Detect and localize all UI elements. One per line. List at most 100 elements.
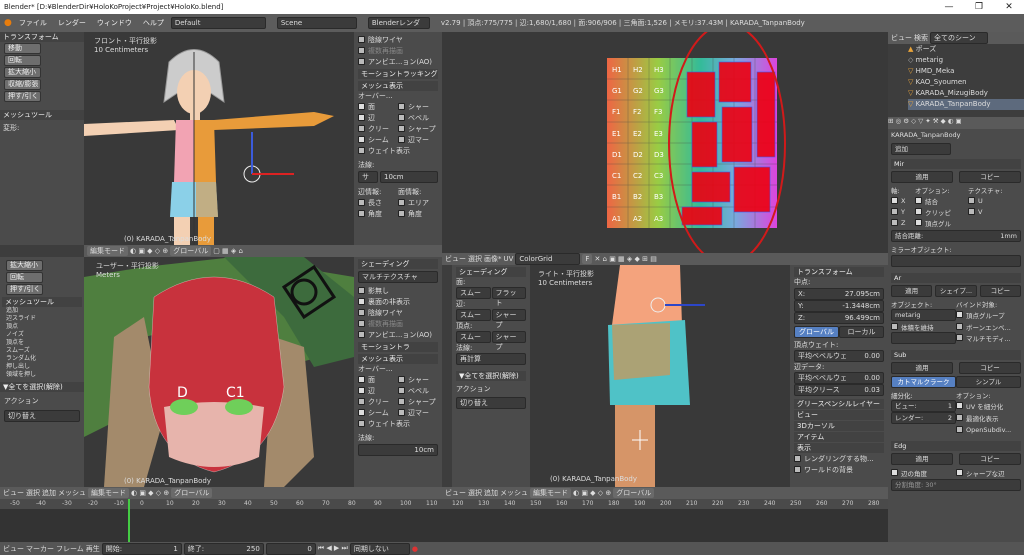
sharp-checkbox[interactable] [398,103,405,110]
current-frame-field[interactable]: 0 [265,542,316,555]
scale-button[interactable]: 拡大縮小 [4,67,41,78]
menu-help[interactable]: ヘルプ [139,18,168,28]
grease-pencil-header[interactable]: グリースペンシルレイヤー [794,399,884,409]
v-checkbox[interactable] [968,208,975,215]
normal-size2-field[interactable]: 10cm [358,444,438,456]
timeline-playback-menu[interactable]: 再生 [86,544,100,554]
ao-checkbox[interactable] [358,58,365,65]
scene-selector[interactable]: Scene [276,17,357,29]
view-levels-field[interactable]: ビュー: 1 [891,400,956,412]
item-header[interactable]: アイテム [794,432,884,442]
recalculate-button[interactable]: 再計算 [456,353,526,365]
render-engine-selector[interactable]: Blenderレンダー [367,17,430,37]
menu-file[interactable]: ファイル [15,18,51,28]
current-frame-marker[interactable] [128,499,130,542]
avg-crease-field[interactable]: 平均クリース 0.03 [794,384,884,396]
hdr2-add-menu[interactable]: 追加 [484,488,498,498]
mesh-tool-item[interactable]: スムーズ [6,347,82,355]
mesh-tool-item[interactable]: ノイズ [6,331,82,339]
outliner-search-menu[interactable]: 検索 [914,33,928,43]
median-x-field[interactable]: X: 27.095cm [794,288,884,300]
snap-icons[interactable]: ▢ ▦ ◈ ⌂ [213,247,243,255]
angle-checkbox[interactable] [358,210,365,217]
apply-button-2[interactable]: 適用 [891,285,933,297]
outliner-row[interactable]: ▽ KARADA_TanpanBody [908,99,1024,110]
shading2-icons[interactable]: ◐ ▣ ◆ ◇ ⊕ [131,489,169,497]
bevel-checkbox[interactable] [398,114,405,121]
copy-button-3[interactable]: コピー [959,362,1021,374]
edge2-checkbox[interactable] [358,387,365,394]
armature-modifier-header[interactable]: Ar [891,273,1021,283]
edit-mode-selector[interactable]: 編集モード [87,246,128,256]
mesh-tool-item[interactable]: 領域を押し [6,371,82,379]
hdr-select-menu[interactable]: 選択 [26,488,40,498]
layout-selector[interactable]: Default [170,17,266,29]
uv-menu-view[interactable]: ビュー [445,254,466,264]
local-toggle[interactable]: ローカル [839,326,884,338]
crease-checkbox[interactable] [358,125,365,132]
multi-modifier-checkbox[interactable] [956,334,963,341]
move-button[interactable]: 移動 [4,43,41,54]
hdr-view-menu[interactable]: ビュー [3,488,24,498]
global-toggle[interactable]: グローバル [794,326,839,338]
simple-button[interactable]: シンプル [956,376,1021,388]
preserve-volume-checkbox[interactable] [891,323,898,330]
uv-menu-select[interactable]: 選択 [468,254,482,264]
timeline-marker-menu[interactable]: マーカー [26,544,54,554]
scale-tool-button[interactable]: 拡大縮小 [6,260,43,271]
armature-object-field[interactable]: metarig [891,309,956,321]
global3-orientation[interactable]: グローバル [613,488,655,498]
median-z-field[interactable]: Z: 96.499cm [794,312,884,324]
viewport-user[interactable]: D C1 ユーザー・平行投影 Meters (0) KARADA_TanpanB… [84,257,354,487]
edit-mode3-selector[interactable]: 編集モード [530,488,571,498]
edit-mode2-selector[interactable]: 編集モード [88,488,129,498]
add-modifier-button[interactable]: 追加 [891,143,951,155]
length-checkbox[interactable] [358,199,365,206]
action2-toggle-dropdown[interactable]: 切り替え [456,397,526,409]
edge-angle-checkbox[interactable] [891,469,898,476]
outliner-view-menu[interactable]: ビュー [891,33,912,43]
fake-user-button[interactable]: F [582,254,593,264]
mesh-tool-item[interactable]: 押し出し [6,363,82,371]
seam2-checkbox[interactable] [358,409,365,416]
u-checkbox[interactable] [968,197,975,204]
close-button[interactable]: ✕ [994,0,1024,14]
uv-tool-icons[interactable]: ✕ ⌂ ▣ ▦ ◈ ◆ ⊞ ▤ [594,255,656,263]
mesh-tool-item[interactable]: ランダム化 [6,355,82,363]
record-icon[interactable]: ● [412,545,418,553]
timeline[interactable]: -50 -40 -30 -20 -10 0 10 20 30 40 50 60 70 80 90 100 110… [0,499,888,542]
face-smooth-button[interactable]: スムー [456,287,491,299]
shading-tools-header[interactable]: シェーディング [456,267,526,277]
end-frame-field[interactable]: 終了: 250 [183,542,264,555]
shape-button[interactable]: シェイプ... [935,285,977,297]
uv-menu-uv[interactable]: UV [504,255,514,263]
hdr-add-menu[interactable]: 追加 [42,488,56,498]
select-all2-header[interactable]: ▼全てを選択(解除) [456,371,526,381]
avg-bevel-field[interactable]: 平均ベベルウェ 0.00 [794,350,884,362]
display-header[interactable]: 表示 [794,443,884,453]
properties-tabs[interactable]: ⊞ ◎ ⚙ ◇ ▽ ✦ ⚒ ◆ ◐ ▣ [888,117,1024,129]
outliner-row[interactable]: ▽ KAO_Syoumen [908,77,1024,88]
rotate-button[interactable]: 回転 [4,55,41,66]
axis-x-checkbox[interactable] [891,197,898,204]
timeline-frame-menu[interactable]: フレーム [56,544,84,554]
multi-redraw2-checkbox[interactable] [358,320,365,327]
seam-checkbox[interactable] [358,136,365,143]
uv-menu-image[interactable]: 画像* [484,254,502,264]
outliner-row[interactable]: ▲ ポーズ [908,44,1024,55]
area-checkbox[interactable] [398,199,405,206]
apply-button-1[interactable]: 適用 [891,171,953,183]
timeline-ruler[interactable]: -50 -40 -30 -20 -10 0 10 20 30 40 50 60 70 80 90 100 110… [0,499,888,509]
shading3-icons[interactable]: ◐ ▣ ◆ ◇ ⊕ [573,489,611,497]
hdr2-select-menu[interactable]: 選択 [468,488,482,498]
hdr-mesh-menu[interactable]: メッシュ [58,488,86,498]
transform-header[interactable]: トランスフォーム [794,267,884,277]
global2-orientation[interactable]: グローバル [171,488,213,498]
copy-button-2[interactable]: コピー [979,285,1021,297]
start-frame-field[interactable]: 開始: 1 [101,542,182,555]
render-levels-field[interactable]: レンダー: 2 [891,412,956,424]
multi-redraw-checkbox[interactable] [358,47,365,54]
median-y-field[interactable]: Y: -1.3448cm [794,300,884,312]
vgroup-field[interactable] [891,332,956,344]
mesh-tool-item[interactable]: 頂点 [6,323,82,331]
